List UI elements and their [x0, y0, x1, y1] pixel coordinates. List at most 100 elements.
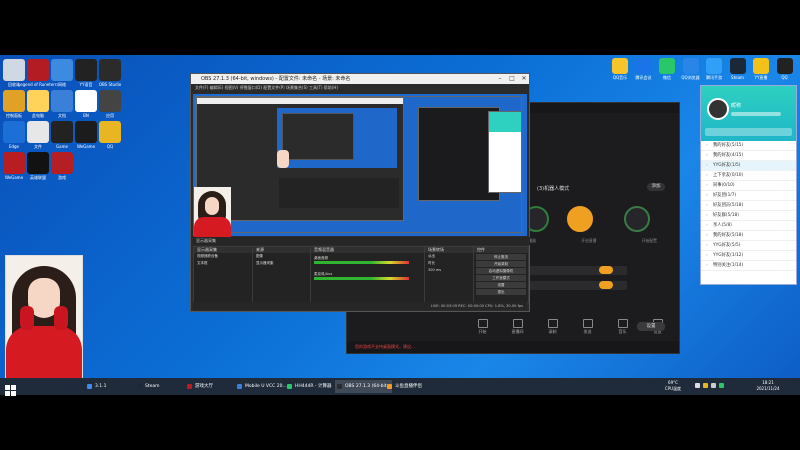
app-toolbar-button[interactable]: 直播间: [506, 319, 530, 337]
steam-icon[interactable]: [729, 58, 746, 74]
wegame-icon[interactable]: [75, 121, 97, 143]
taskbar-app[interactable]: Mobile U VCC 20...: [235, 380, 292, 393]
obs-control-button[interactable]: 启动虚拟摄像机: [476, 268, 526, 274]
start-button[interactable]: [5, 381, 16, 396]
edge-icon[interactable]: [3, 121, 25, 143]
qq-group-item[interactable]: 我的好友(5/15): [701, 141, 796, 151]
caption-2: 开启直播: [581, 238, 597, 243]
circle-audio[interactable]: [567, 206, 593, 232]
taskbar-app[interactable]: HH444R - 计算器: [285, 380, 342, 393]
qq-group-item[interactable]: 亲人(5/8): [701, 221, 796, 231]
qq-group-item[interactable]: 我的好友(4/15): [701, 151, 796, 161]
app-toolbar-button[interactable]: 发送: [576, 319, 600, 337]
obs-control-button[interactable]: 工作室模式: [476, 275, 526, 281]
taskbar-app[interactable]: OBS 27.1.3 (64-bit...: [335, 380, 392, 393]
meeting-icon[interactable]: [635, 58, 652, 74]
obs-control-button[interactable]: 退出: [476, 289, 526, 295]
toolbar-icon: [582, 319, 593, 328]
tray-wechat-icon[interactable]: [719, 383, 724, 388]
app-icon: [237, 384, 242, 389]
avatar[interactable]: [707, 98, 729, 120]
app-toolbar-button[interactable]: 开始: [471, 319, 495, 337]
mode-label: (3)机器人模式: [537, 186, 570, 192]
minimize-icon[interactable]: –: [495, 74, 505, 84]
app-icon[interactable]: [99, 90, 121, 112]
qq-group-item[interactable]: 我的好友(5/18): [701, 231, 796, 241]
scene-item-0[interactable]: 视频捕获设备: [194, 253, 252, 260]
qq-group-item[interactable]: 好友团员(5/18): [701, 201, 796, 211]
source-item-1[interactable]: 显示器采集: [253, 260, 310, 267]
wegame-red-icon[interactable]: [3, 152, 25, 174]
taskbar-app[interactable]: Steam: [135, 380, 192, 393]
settings-button[interactable]: 设置: [637, 322, 665, 331]
file-icon[interactable]: [27, 121, 49, 143]
audio-mixer-panel: 音频混音器 桌面音频 麦克风/Aux: [310, 246, 425, 303]
desktop-audio-meter: [314, 261, 409, 264]
browser-icon[interactable]: [682, 58, 699, 74]
qq-window[interactable]: 昵称 我的好友(5/15)我的好友(4/15)YYG好友(1/5)上下亲友(0/…: [700, 85, 797, 285]
game-icon[interactable]: [27, 59, 49, 81]
tray-qq-icon[interactable]: [703, 383, 708, 388]
nested-icons: [205, 106, 235, 151]
app-toolbar-button[interactable]: 录制: [541, 319, 565, 337]
yy-icon[interactable]: [75, 59, 97, 81]
music-icon[interactable]: [612, 58, 628, 74]
transition-duration-value[interactable]: 300 ms: [425, 267, 473, 273]
qq-group-item[interactable]: YYG好友(5/5): [701, 241, 796, 251]
obs-control-button[interactable]: 开始录制: [476, 261, 526, 267]
transition-type[interactable]: 淡出: [425, 253, 473, 260]
taskbar-app[interactable]: 游戏大厅: [185, 380, 242, 393]
qq-group-item[interactable]: YYG好友(1/12): [701, 251, 796, 261]
qq-group-item[interactable]: 好友群(5/18): [701, 211, 796, 221]
close-icon[interactable]: ✕: [519, 74, 529, 84]
qq-penguin-icon[interactable]: [776, 58, 793, 74]
desktop-icon-label: 应用: [106, 113, 114, 118]
nested-preview: [277, 108, 397, 168]
document-icon[interactable]: [27, 90, 49, 112]
circle-config[interactable]: [624, 206, 650, 232]
notice-text: 您的游戏不支持桌面模式，建议...: [355, 344, 415, 349]
obs-control-button[interactable]: 停止推流: [476, 254, 526, 260]
app-toolbar-button[interactable]: 音乐: [611, 319, 635, 337]
copy-button[interactable]: [599, 266, 613, 274]
scene-item-1[interactable]: 文本框: [194, 260, 252, 267]
yy-live-icon[interactable]: [753, 58, 769, 74]
obs-icon[interactable]: [99, 59, 121, 81]
copy-key-button[interactable]: [599, 281, 613, 289]
qq-icon[interactable]: [99, 121, 121, 143]
app-top-icons: [597, 131, 672, 139]
obs-control-button[interactable]: 设置: [476, 282, 526, 288]
qq-group-item[interactable]: 同事(0/10): [701, 181, 796, 191]
network-icon[interactable]: [51, 59, 73, 81]
game-dark-icon[interactable]: [51, 121, 73, 143]
clock[interactable]: 18:21 2021/11/24: [752, 380, 784, 392]
source-item-0[interactable]: 图像: [253, 253, 310, 260]
qq-group-item[interactable]: 特别关注(1/14): [701, 261, 796, 271]
qq-group-item[interactable]: YYG好友(1/5): [701, 161, 796, 171]
maximize-icon[interactable]: □: [507, 74, 517, 84]
recycle-bin-icon[interactable]: [3, 59, 25, 81]
game-red-icon[interactable]: [51, 152, 73, 174]
lol-icon[interactable]: [27, 152, 49, 174]
computer-icon[interactable]: [51, 90, 73, 112]
search-input[interactable]: [705, 128, 792, 136]
qq-group-item[interactable]: 上下亲友(0/10): [701, 171, 796, 181]
taskbar-app[interactable]: 3.1.1: [85, 380, 142, 393]
add-button[interactable]: 添加: [647, 183, 665, 191]
tray-icons: [695, 383, 745, 389]
caption-3: 开始配置: [641, 238, 657, 243]
tray-network-icon[interactable]: [695, 383, 700, 388]
phone-icon[interactable]: [706, 58, 722, 74]
tray-volume-icon[interactable]: [711, 383, 716, 388]
qq-group-list: 我的好友(5/15)我的好友(4/15)YYG好友(1/5)上下亲友(0/10)…: [701, 141, 796, 271]
folder-icon[interactable]: [3, 90, 25, 112]
taskbar-app[interactable]: 斗鱼直播伴侣: [385, 380, 442, 393]
bn-icon[interactable]: [75, 90, 97, 112]
wechat-icon[interactable]: [659, 58, 675, 74]
desktop-icon-label: OBS Studio: [98, 82, 122, 87]
obs-window[interactable]: OBS 27.1.3 (64-bit, windows) - 配置文件: 未命名…: [190, 73, 530, 312]
obs-preview[interactable]: [193, 94, 527, 237]
obs-menubar[interactable]: 文件(F) 编辑(E) 视图(V) 停靠窗口(D) 配置文件(P) 场景集合(S…: [191, 84, 529, 92]
qq-group-item[interactable]: 好友团(1/7): [701, 191, 796, 201]
cpu-temp[interactable]: 69°C CPU温度: [662, 380, 684, 392]
